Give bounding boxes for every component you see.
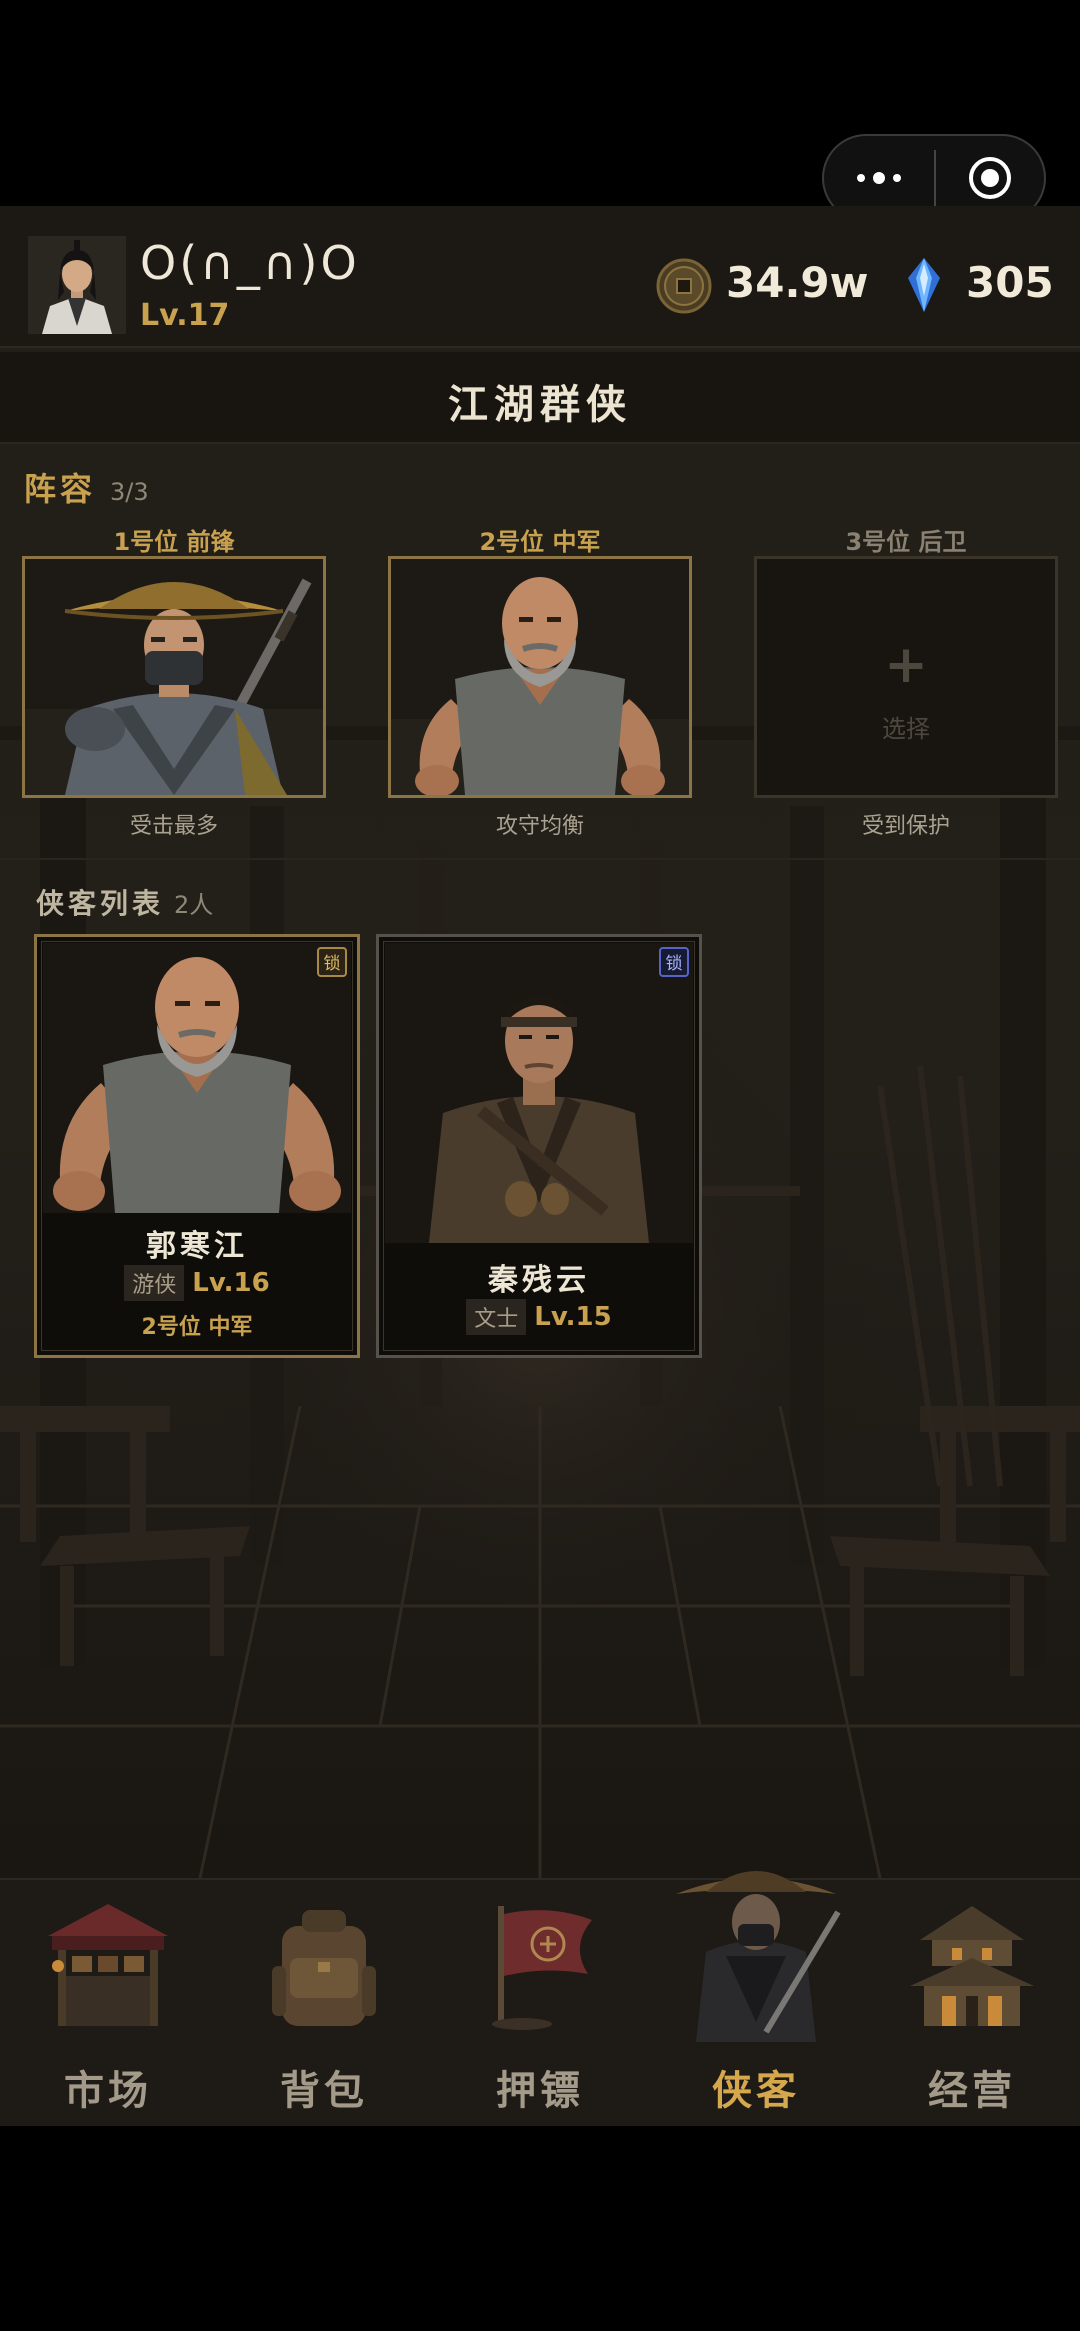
slot-desc: 攻守均衡 xyxy=(495,814,584,839)
nav-label: 押镖 xyxy=(496,2068,584,2114)
app-root: O(∩_∩)O Lv.17 34.9w 305 江湖群侠 阵容 3/3 1号位 … xyxy=(0,0,1080,2331)
slot-label: 3号位 后卫 xyxy=(845,528,967,556)
hero-portrait-headband-warrior xyxy=(385,943,693,1243)
hero-meta: 游侠 Lv.16 xyxy=(37,1265,357,1301)
market-stall-icon xyxy=(38,1896,178,2036)
pavilion-icon xyxy=(902,1896,1042,2036)
lineup-slot-2[interactable]: 2号位 中军 攻守均衡 xyxy=(388,522,692,840)
hero-position: 2号位 中军 xyxy=(141,1315,253,1340)
slot-desc: 受到保护 xyxy=(861,814,950,839)
coin-balance: 34.9w xyxy=(726,258,869,307)
lineup-count: 3/3 xyxy=(110,478,149,506)
nav-label: 侠客 xyxy=(712,2068,800,2114)
player-header: O(∩_∩)O Lv.17 34.9w 305 xyxy=(0,206,1080,348)
title-bar: 江湖群侠 xyxy=(0,352,1080,444)
lineup-header: 阵容 3/3 xyxy=(24,464,149,510)
slot-label: 2号位 中军 xyxy=(479,528,601,556)
hero-class-tag: 文士 xyxy=(466,1299,527,1335)
section-divider xyxy=(0,858,1080,860)
avatar[interactable] xyxy=(28,236,126,334)
game-page: O(∩_∩)O Lv.17 34.9w 305 江湖群侠 阵容 3/3 1号位 … xyxy=(0,206,1080,2126)
lock-badge[interactable]: 锁 xyxy=(317,947,347,977)
hero-level: Lv.16 xyxy=(192,1268,270,1298)
hero-card-qincanyun[interactable]: 锁 秦残云 文士 Lv.15 xyxy=(376,934,702,1358)
lineup-slot-1[interactable]: 1号位 前锋 受击最多 xyxy=(22,522,326,840)
backpack-icon xyxy=(254,1896,394,2036)
hero-name: 郭寒江 xyxy=(146,1229,248,1264)
nav-item-backpack[interactable]: 背包 xyxy=(216,1880,432,2126)
escort-flag-icon xyxy=(470,1896,610,2036)
page-title: 江湖群侠 xyxy=(448,382,632,428)
player-nickname: O(∩_∩)O xyxy=(140,236,360,290)
empty-slot-select[interactable]: + 选择 xyxy=(754,556,1058,798)
nav-label: 经营 xyxy=(928,2068,1016,2114)
hero-class-tag: 游侠 xyxy=(124,1265,185,1301)
hero-card-guohanjiang[interactable]: 锁 郭寒江 游侠 Lv.16 2号位 中军 xyxy=(34,934,360,1358)
blue-gem-icon xyxy=(904,256,944,314)
hero-portrait-bald-brawler[interactable] xyxy=(388,556,692,798)
lineup-title: 阵容 xyxy=(24,470,97,508)
bottom-nav: 市场 背包 押镖 侠客 经营 xyxy=(0,1871,1080,2126)
gem-balance: 305 xyxy=(966,258,1054,307)
nav-item-market[interactable]: 市场 xyxy=(0,1880,216,2126)
hero-meta: 文士 Lv.15 xyxy=(379,1299,699,1335)
plus-icon: + xyxy=(884,635,928,695)
slot-desc: 受击最多 xyxy=(129,814,218,839)
hero-portrait-bald-brawler xyxy=(43,943,351,1213)
hero-portrait-straw-hat[interactable] xyxy=(22,556,326,798)
nav-item-heroes[interactable]: 侠客 xyxy=(648,1871,864,2126)
copper-coin-icon xyxy=(656,258,712,314)
hero-list-count: 2人 xyxy=(174,891,214,919)
nav-item-manage[interactable]: 经营 xyxy=(864,1880,1080,2126)
hero-list-header: 侠客列表 2人 xyxy=(36,882,213,922)
nav-item-escort[interactable]: 押镖 xyxy=(432,1880,648,2126)
player-level: Lv.17 xyxy=(140,298,230,333)
nav-label: 市场 xyxy=(64,2068,152,2114)
hero-list-title: 侠客列表 xyxy=(36,887,165,920)
hero-name: 秦残云 xyxy=(488,1263,590,1298)
slot-label: 1号位 前锋 xyxy=(113,528,235,556)
select-label: 选择 xyxy=(882,715,930,743)
hero-level: Lv.15 xyxy=(534,1302,612,1332)
lock-badge[interactable]: 锁 xyxy=(659,947,689,977)
nav-label: 背包 xyxy=(280,2068,368,2114)
lineup-slot-3[interactable]: 3号位 后卫 + 选择 受到保护 xyxy=(754,522,1058,840)
swordsman-icon xyxy=(666,1852,846,2042)
